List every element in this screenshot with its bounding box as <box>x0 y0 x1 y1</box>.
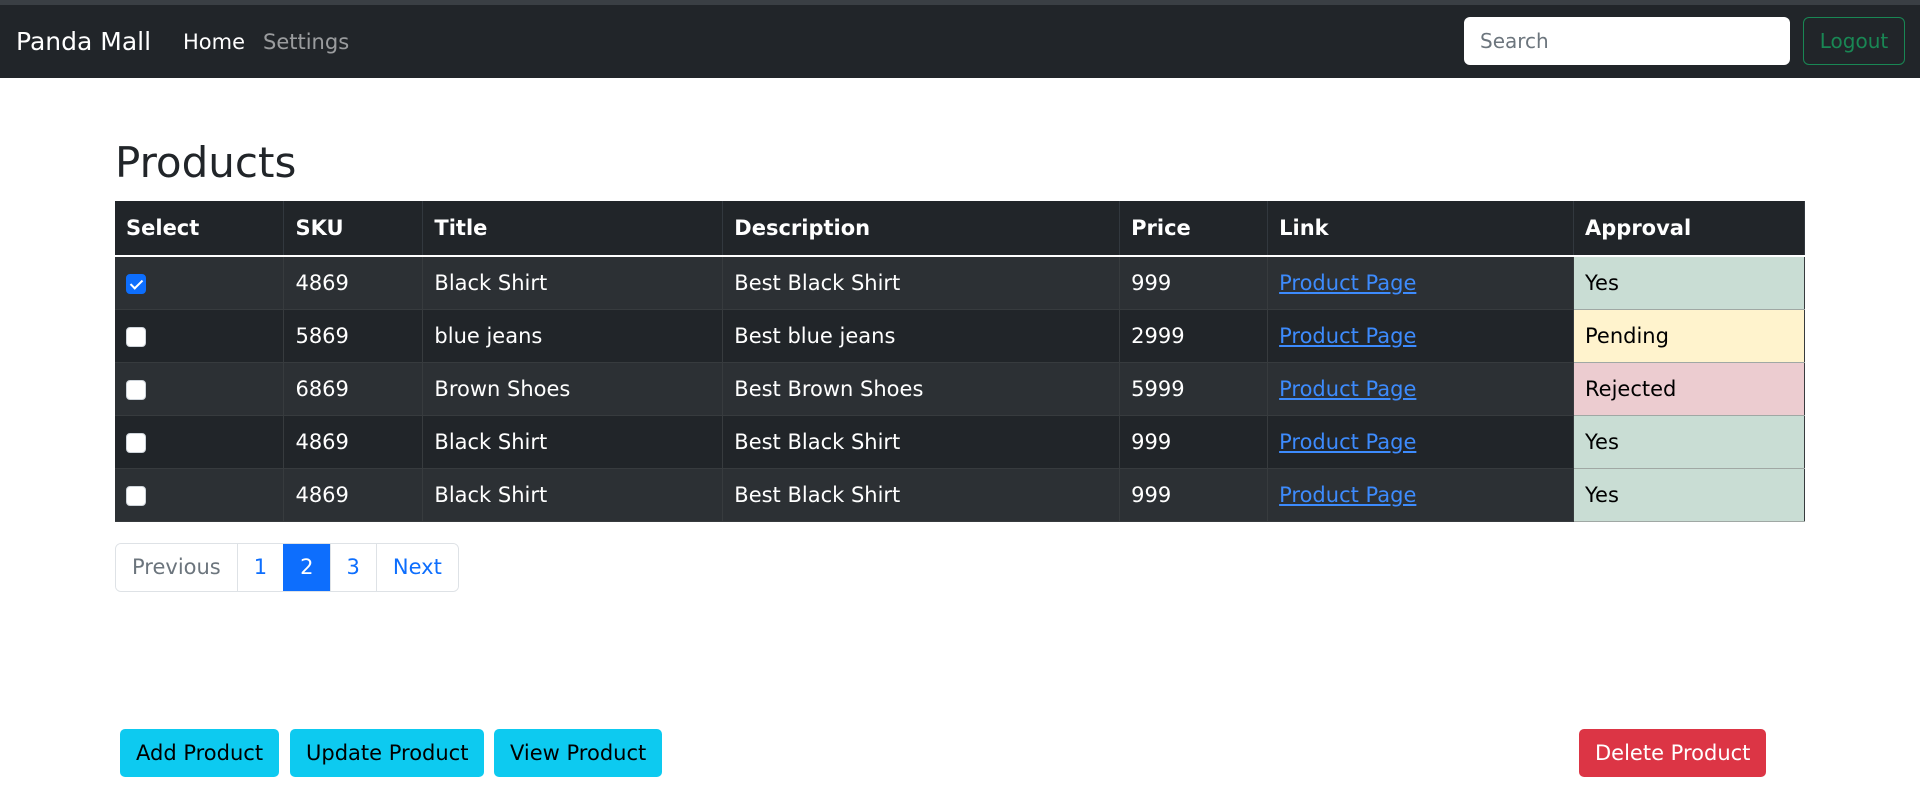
row-checkbox[interactable] <box>126 485 146 506</box>
col-title: Title <box>422 201 724 257</box>
row-checkbox[interactable] <box>126 326 146 347</box>
sku-cell: 6869 <box>283 362 424 416</box>
link-cell: Product Page <box>1267 309 1574 363</box>
product-page-link[interactable]: Product Page <box>1279 324 1416 348</box>
products-table: Select SKU Title Description Price Link … <box>115 201 1805 522</box>
description-cell: Best Black Shirt <box>722 415 1121 469</box>
approval-cell: Rejected <box>1573 362 1805 416</box>
title-cell: Brown Shoes <box>422 362 724 416</box>
approval-cell: Yes <box>1573 256 1805 310</box>
pagination: Previous 1 2 3 Next <box>115 543 459 592</box>
link-cell: Product Page <box>1267 362 1574 416</box>
select-cell <box>115 468 285 522</box>
description-cell: Best Brown Shoes <box>722 362 1121 416</box>
col-approval: Approval <box>1573 201 1805 257</box>
select-cell <box>115 256 285 310</box>
sku-cell: 4869 <box>283 256 424 310</box>
table-row: 4869 Black Shirt Best Black Shirt 999 Produc… <box>115 256 1805 310</box>
col-select: Select <box>115 201 285 257</box>
price-cell: 999 <box>1119 256 1269 310</box>
navbar: Panda Mall Home Settings Logout <box>0 0 1920 78</box>
description-cell: Best Black Shirt <box>722 256 1121 310</box>
price-cell: 5999 <box>1119 362 1269 416</box>
nav-settings[interactable]: Settings <box>263 30 349 54</box>
title-cell: Black Shirt <box>422 468 724 522</box>
approval-cell: Yes <box>1573 415 1805 469</box>
col-sku: SKU <box>283 201 424 257</box>
table-row: 4869 Black Shirt Best Black Shirt 999 Produc… <box>115 468 1805 522</box>
delete-product-button[interactable]: Delete Product <box>1579 729 1767 777</box>
product-page-link[interactable]: Product Page <box>1279 377 1416 401</box>
description-cell: Best Black Shirt <box>722 468 1121 522</box>
title-cell: blue jeans <box>422 309 724 363</box>
price-cell: 999 <box>1119 415 1269 469</box>
col-link: Link <box>1267 201 1574 257</box>
view-product-button[interactable]: View Product <box>494 729 663 777</box>
logout-button[interactable]: Logout <box>1803 17 1905 65</box>
table-row: 5869 blue jeans Best blue jeans 2999 Product… <box>115 309 1805 363</box>
approval-cell: Pending <box>1573 309 1805 363</box>
add-product-button[interactable]: Add Product <box>120 729 280 777</box>
link-cell: Product Page <box>1267 256 1574 310</box>
price-cell: 999 <box>1119 468 1269 522</box>
page-title: Products <box>115 138 297 187</box>
table-header-row: Select SKU Title Description Price Link … <box>115 201 1805 257</box>
product-page-link[interactable]: Product Page <box>1279 271 1416 295</box>
row-checkbox[interactable] <box>126 273 146 294</box>
table-row: 6869 Brown Shoes Best Brown Shoes 5999 Produ… <box>115 362 1805 416</box>
link-cell: Product Page <box>1267 415 1574 469</box>
col-price: Price <box>1119 201 1269 257</box>
select-cell <box>115 309 285 363</box>
sku-cell: 5869 <box>283 309 424 363</box>
nav-home[interactable]: Home <box>183 30 245 54</box>
title-cell: Black Shirt <box>422 256 724 310</box>
title-cell: Black Shirt <box>422 415 724 469</box>
product-page-link[interactable]: Product Page <box>1279 483 1416 507</box>
sku-cell: 4869 <box>283 468 424 522</box>
product-page-link[interactable]: Product Page <box>1279 430 1416 454</box>
row-checkbox[interactable] <box>126 432 146 453</box>
row-checkbox[interactable] <box>126 379 146 400</box>
select-cell <box>115 362 285 416</box>
link-cell: Product Page <box>1267 468 1574 522</box>
page-item-2[interactable]: 2 <box>283 544 330 591</box>
page-item-3[interactable]: 3 <box>329 544 376 591</box>
brand-logo[interactable]: Panda Mall <box>16 27 151 56</box>
search-input[interactable] <box>1464 17 1790 65</box>
select-cell <box>115 415 285 469</box>
page-item-previous[interactable]: Previous <box>116 544 237 591</box>
table-row: 4869 Black Shirt Best Black Shirt 999 Produc… <box>115 415 1805 469</box>
page-item-1[interactable]: 1 <box>236 544 284 591</box>
page-item-next[interactable]: Next <box>375 544 458 591</box>
col-description: Description <box>722 201 1121 257</box>
update-product-button[interactable]: Update Product <box>290 729 485 777</box>
price-cell: 2999 <box>1119 309 1269 363</box>
sku-cell: 4869 <box>283 415 424 469</box>
approval-cell: Yes <box>1573 468 1805 522</box>
description-cell: Best blue jeans <box>722 309 1121 363</box>
